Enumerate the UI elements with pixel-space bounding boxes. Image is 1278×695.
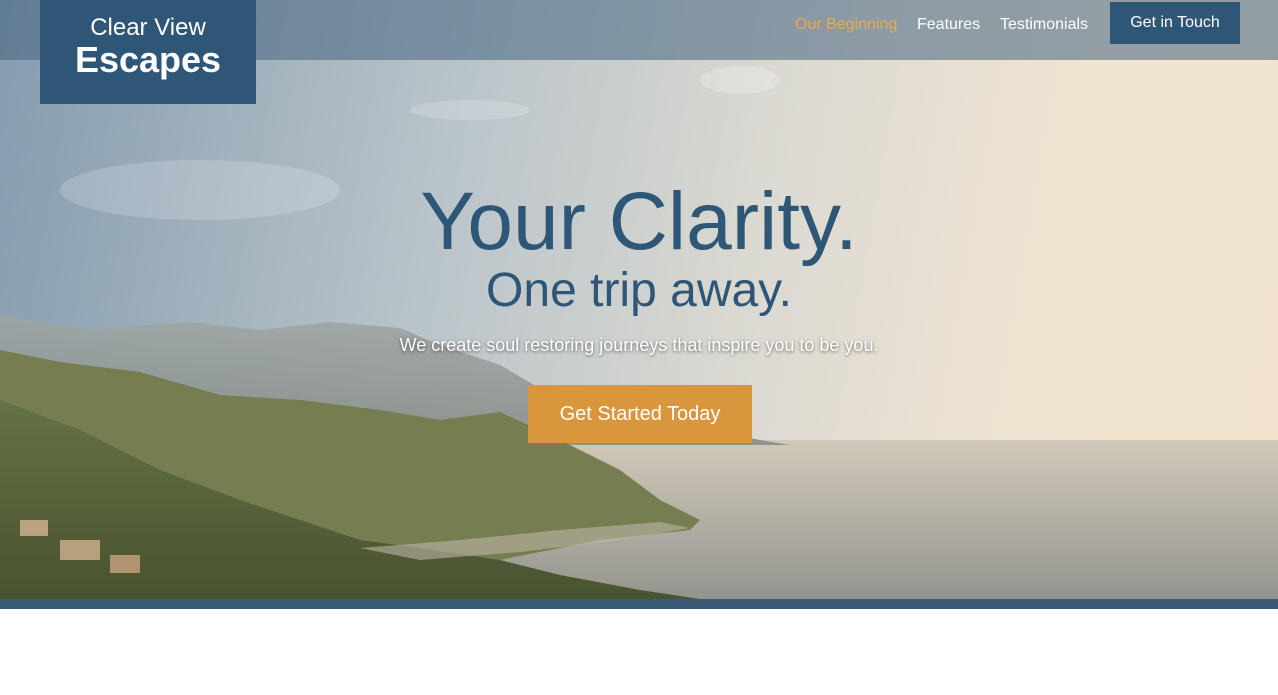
get-in-touch-button[interactable]: Get in Touch (1110, 2, 1240, 44)
hero-bottom-strip (0, 599, 1278, 609)
brand-logo[interactable]: Clear View Escapes (40, 0, 256, 104)
nav-link-our-beginning[interactable]: Our Beginning (795, 0, 897, 50)
hero-section: Clear View Escapes Our Beginning Feature… (0, 0, 1278, 599)
hero-tagline: We create soul restoring journeys that i… (399, 335, 879, 355)
nav-link-features[interactable]: Features (917, 0, 980, 50)
hero-headline: Your Clarity. (420, 176, 858, 267)
hero-subheadline: One trip away. (486, 264, 792, 317)
get-started-button[interactable]: Get Started Today (528, 385, 752, 443)
nav-link-testimonials[interactable]: Testimonials (1000, 0, 1088, 50)
brand-logo-line1: Clear View (90, 14, 206, 41)
brand-logo-line2: Escapes (74, 39, 222, 80)
